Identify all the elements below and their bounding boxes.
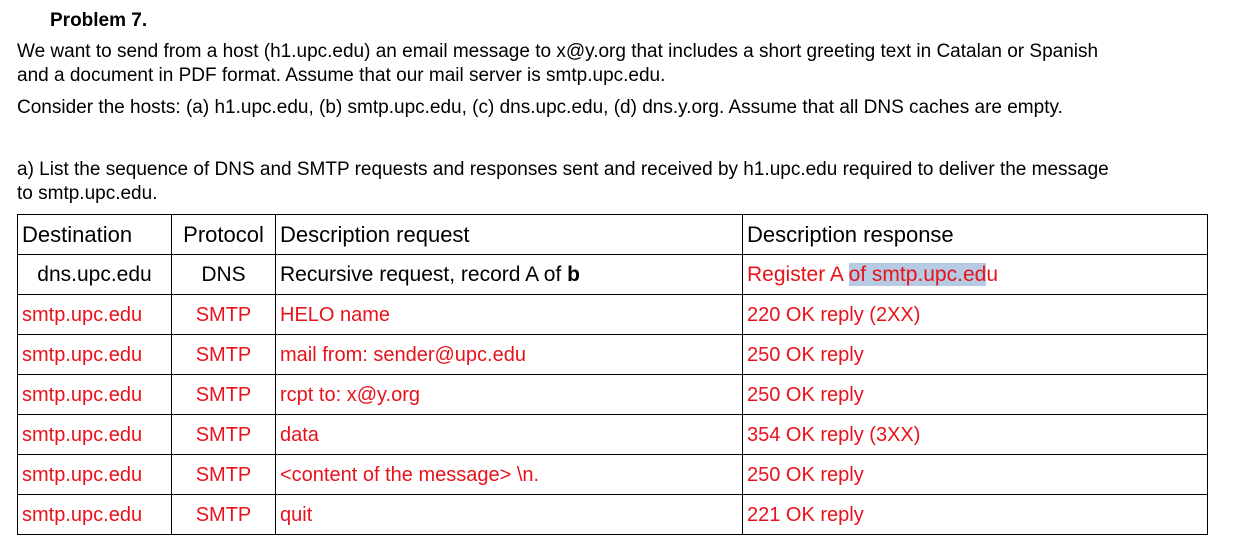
cell-response: 221 OK reply (742, 494, 1208, 535)
cell-protocol: SMTP (171, 414, 276, 455)
cell-request: mail from: sender@upc.edu (275, 334, 743, 375)
cell-response: 250 OK reply (742, 334, 1208, 375)
cell-request: data (275, 414, 743, 455)
smtp-rows: smtp.upc.edu SMTP HELO name 220 OK reply… (17, 294, 1208, 535)
header-destination: Destination (17, 214, 172, 255)
cell-protocol: SMTP (171, 374, 276, 415)
cell-destination: dns.upc.edu (17, 254, 172, 295)
question-line-2: to smtp.upc.edu. (17, 183, 158, 204)
cell-response: 354 OK reply (3XX) (742, 414, 1208, 455)
question-line-1: a) List the sequence of DNS and SMTP req… (17, 159, 1109, 180)
table-row: dns.upc.edu DNS Recursive request, recor… (17, 254, 1208, 295)
cell-protocol: SMTP (171, 494, 276, 535)
request-response-table: Destination Protocol Description request… (17, 214, 1208, 535)
cell-request: <content of the message> \n. (275, 454, 743, 495)
table-row: smtp.upc.edu SMTP mail from: sender@upc.… (17, 334, 1208, 375)
table-header-row: Destination Protocol Description request… (17, 214, 1208, 255)
header-request: Description request (275, 214, 743, 255)
table-row: smtp.upc.edu SMTP quit 221 OK reply (17, 494, 1208, 535)
cell-request: Recursive request, record A of b (275, 254, 743, 295)
cell-request: rcpt to: x@y.org (275, 374, 743, 415)
cell-response: Register A of smtp.upc.edu (742, 254, 1208, 295)
cell-destination: smtp.upc.edu (17, 294, 172, 335)
cell-destination: smtp.upc.edu (17, 494, 172, 535)
hosts-statement: Consider the hosts: (a) h1.upc.edu, (b) … (17, 97, 1063, 118)
cell-request: quit (275, 494, 743, 535)
request-text: Recursive request, record A of (280, 262, 568, 286)
cell-destination: smtp.upc.edu (17, 414, 172, 455)
cell-protocol: SMTP (171, 294, 276, 335)
problem-title: Problem 7. (50, 10, 148, 31)
question-a: a) List the sequence of DNS and SMTP req… (17, 158, 1242, 206)
response-text: Register A (747, 262, 849, 286)
cell-protocol: SMTP (171, 334, 276, 375)
cell-protocol: SMTP (171, 454, 276, 495)
statement-line-2: and a document in PDF format. Assume tha… (17, 65, 666, 86)
cell-response: 250 OK reply (742, 374, 1208, 415)
table-row: smtp.upc.edu SMTP data 354 OK reply (3XX… (17, 414, 1208, 455)
cell-protocol: DNS (171, 254, 276, 295)
cell-request: HELO name (275, 294, 743, 335)
selected-text[interactable]: of smtp.upc.ed (848, 262, 987, 286)
problem-statement: We want to send from a host (h1.upc.edu)… (17, 40, 1242, 88)
table-row: smtp.upc.edu SMTP <content of the messag… (17, 454, 1208, 495)
request-bold-host: b (567, 262, 580, 286)
document-body: Problem 7. We want to send from a host (… (17, 8, 1242, 206)
header-protocol: Protocol (171, 214, 276, 255)
table-row: smtp.upc.edu SMTP HELO name 220 OK reply… (17, 294, 1208, 335)
header-response: Description response (742, 214, 1208, 255)
cell-response: 250 OK reply (742, 454, 1208, 495)
cell-destination: smtp.upc.edu (17, 374, 172, 415)
response-text-tail: u (986, 262, 998, 286)
cell-destination: smtp.upc.edu (17, 334, 172, 375)
statement-line-1: We want to send from a host (h1.upc.edu)… (17, 41, 1099, 62)
table-row: smtp.upc.edu SMTP rcpt to: x@y.org 250 O… (17, 374, 1208, 415)
cell-response: 220 OK reply (2XX) (742, 294, 1208, 335)
cell-destination: smtp.upc.edu (17, 454, 172, 495)
